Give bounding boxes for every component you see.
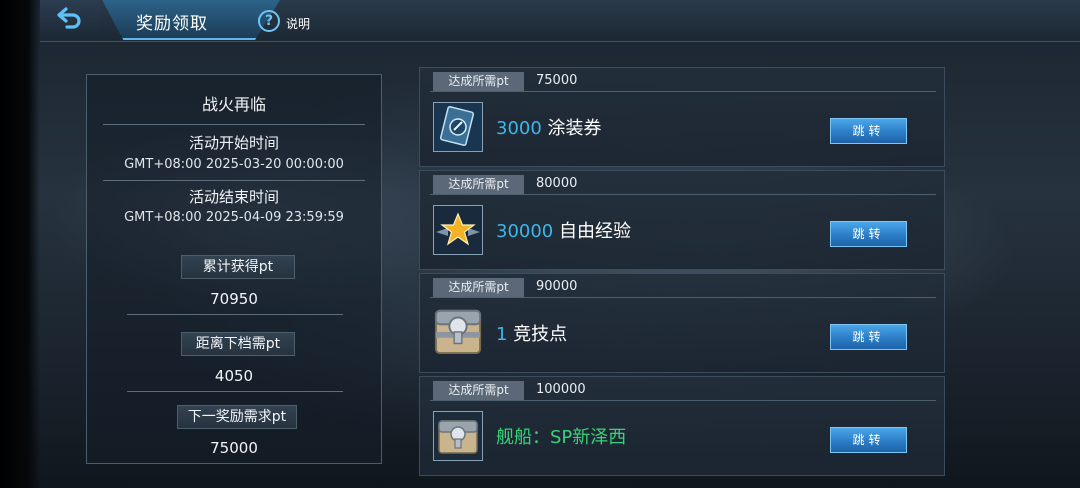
requirement-row: 达成所需pt 75000 [430, 72, 936, 92]
jump-button[interactable]: 跳转 [830, 324, 907, 350]
divider [103, 124, 365, 125]
jump-button[interactable]: 跳转 [830, 221, 907, 247]
back-button[interactable] [40, 0, 100, 36]
requirement-value: 80000 [536, 176, 578, 191]
requirement-value: 75000 [536, 73, 578, 88]
requirement-label: 达成所需pt [433, 381, 524, 400]
event-name: 战火再临 [201, 95, 266, 114]
requirement-label: 达成所需pt [433, 175, 524, 194]
reward-item: 竞技点 [507, 324, 568, 345]
help-label: 说明 [286, 16, 311, 31]
help-button[interactable]: ? 说明 [258, 10, 310, 32]
next-gap-value: 4050 [214, 367, 254, 385]
start-time-label: 活动开始时间 [188, 134, 279, 152]
reward-item: 涂装券 [541, 118, 602, 139]
requirement-row: 达成所需pt 100000 [430, 381, 936, 401]
divider [127, 391, 343, 392]
requirement-row: 达成所需pt 90000 [430, 278, 936, 298]
ship-chest-icon [433, 411, 483, 461]
requirement-row: 达成所需pt 80000 [430, 175, 936, 195]
event-info-panel: 战火再临 活动开始时间 GMT+08:00 2025-03-20 00:00:0… [86, 74, 382, 464]
treasure-chest-icon [433, 302, 483, 358]
divider [103, 180, 365, 181]
back-arrow-icon [57, 7, 81, 29]
reward-item: 自由经验 [553, 221, 631, 242]
requirement-value: 90000 [536, 279, 578, 294]
next-req-label: 下一奖励需求pt [177, 405, 297, 429]
reward-quantity: 3000 [496, 118, 542, 139]
jump-button[interactable]: 跳转 [830, 427, 907, 453]
jump-button[interactable]: 跳转 [830, 118, 907, 144]
requirement-label: 达成所需pt [433, 72, 524, 91]
total-pt-label: 累计获得pt [181, 255, 295, 279]
help-icon: ? [258, 10, 280, 32]
skin-ticket-icon [433, 102, 483, 152]
requirement-label: 达成所需pt [433, 278, 524, 297]
reward-name: 30000 自由经验 [496, 217, 631, 243]
reward-quantity: 1 [496, 324, 508, 345]
total-pt-value: 70950 [210, 290, 258, 308]
reward-quantity: 30000 [496, 221, 554, 242]
reward-card: 达成所需pt 90000 1 竞技点 跳转 [419, 273, 945, 373]
end-time-label: 活动结束时间 [188, 188, 279, 206]
end-time-value: GMT+08:00 2025-04-09 23:59:59 [124, 210, 344, 225]
star-exp-icon [433, 205, 483, 255]
reward-ship-name: 舰船：SP新泽西 [496, 427, 627, 448]
reward-name: 1 竞技点 [496, 320, 567, 346]
screen-left-edge [0, 0, 40, 488]
next-gap-label: 距离下档需pt [181, 332, 295, 356]
page-title: 奖励领取 [136, 14, 208, 34]
reward-card: 达成所需pt 100000 舰船：SP新泽西 跳转 [419, 376, 945, 476]
requirement-value: 100000 [536, 382, 586, 397]
reward-name: 3000 涂装券 [496, 114, 602, 140]
reward-card: 达成所需pt 75000 3000 涂装券 跳转 [419, 67, 945, 167]
start-time-value: GMT+08:00 2025-03-20 00:00:00 [124, 157, 344, 172]
divider [127, 314, 343, 315]
top-bar: 奖励领取 ? 说明 [40, 0, 1080, 42]
reward-card: 达成所需pt 80000 30000 自由经验 跳转 [419, 170, 945, 270]
next-req-value: 75000 [210, 439, 258, 457]
